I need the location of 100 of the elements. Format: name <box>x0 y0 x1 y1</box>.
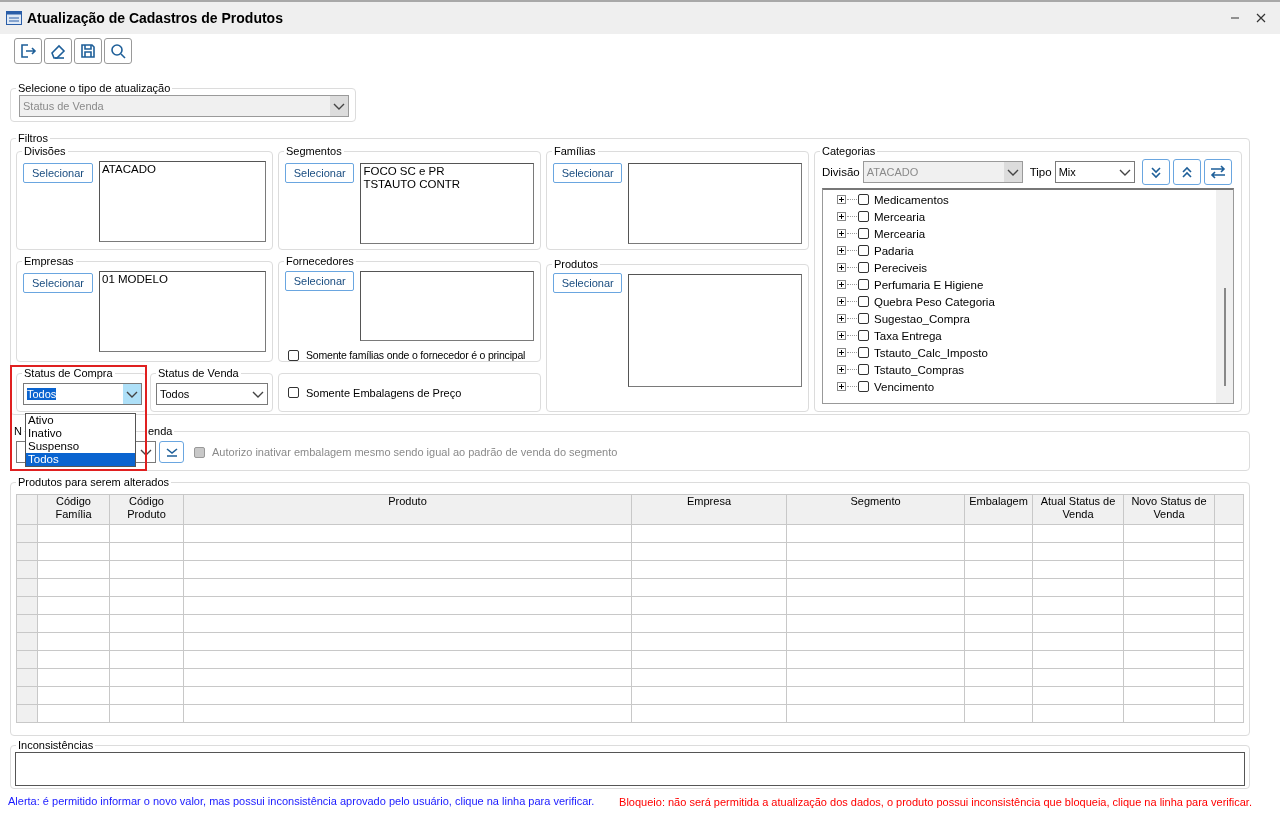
list-item[interactable]: TSTAUTO CONTR <box>363 178 531 191</box>
exit-button[interactable] <box>14 38 42 64</box>
checkbox[interactable] <box>858 296 869 307</box>
close-icon <box>1256 13 1266 23</box>
checkbox[interactable] <box>288 349 299 361</box>
expand-toggle[interactable] <box>837 297 846 306</box>
expand-toggle[interactable] <box>837 314 846 323</box>
column-header[interactable]: Empresa <box>631 494 787 525</box>
column-header[interactable]: Novo Status de Venda <box>1123 494 1215 525</box>
tree-item[interactable]: Mercearia <box>874 210 926 223</box>
select-button[interactable]: Selecionar <box>285 271 355 291</box>
checkbox[interactable] <box>858 330 869 341</box>
checkbox-label: Somente Embalagens de Preço <box>306 386 462 399</box>
dropdown-option[interactable]: Suspenso <box>26 440 135 453</box>
select-button[interactable]: Selecionar <box>23 163 93 183</box>
selection-list[interactable]: ATACADO <box>99 161 266 242</box>
expand-toggle[interactable] <box>837 365 846 374</box>
expand-all-button[interactable] <box>1141 159 1170 185</box>
dropdown-option[interactable]: Ativo <box>26 414 135 427</box>
eraser-icon <box>49 42 67 60</box>
expand-toggle[interactable] <box>837 212 846 221</box>
expand-toggle[interactable] <box>837 195 846 204</box>
search-button[interactable] <box>104 38 132 64</box>
column-header[interactable]: Código Produto <box>109 494 184 525</box>
expand-toggle[interactable] <box>837 229 846 238</box>
checkbox[interactable] <box>858 194 869 205</box>
expand-toggle[interactable] <box>837 331 846 340</box>
checkbox[interactable] <box>858 279 869 290</box>
select-button[interactable]: Selecionar <box>553 273 623 293</box>
checkbox-label: Autorizo inativar embalagem mesmo sendo igual ao padrão de venda do segmento <box>212 446 618 458</box>
column-header[interactable]: Código Família <box>37 494 110 525</box>
group-label: Inconsistências <box>16 738 96 752</box>
column-header[interactable]: Segmento <box>786 494 965 525</box>
scrollbar[interactable] <box>1216 190 1233 403</box>
purchase-status-dropdown[interactable]: Todos <box>23 383 142 405</box>
tree-item[interactable]: Quebra Peso Categoria <box>874 295 995 308</box>
list-item[interactable]: ATACADO <box>102 163 263 176</box>
column-header[interactable]: Embalagem <box>964 494 1033 525</box>
dropdown-option[interactable]: Inativo <box>26 427 135 440</box>
clear-button[interactable] <box>44 38 72 64</box>
apply-button[interactable] <box>159 441 184 463</box>
caret-icon <box>123 384 141 404</box>
selection-list[interactable]: FOCO SC e PR TSTAUTO CONTR <box>360 163 534 244</box>
collapse-all-button[interactable] <box>1172 159 1201 185</box>
field-label: Tipo <box>1029 166 1052 178</box>
tree-item[interactable]: Tstauto_Compras <box>874 363 965 376</box>
checkbox[interactable] <box>288 387 299 398</box>
type-dropdown[interactable]: Mix <box>1054 161 1135 183</box>
block-note: Bloqueio: não será permitida a atualização dos dados, o produto possui inconsistência que bloqueia, clique na linha para verificar. <box>619 796 1252 808</box>
group-label: Produtos para serem alterados <box>16 475 172 489</box>
column-header[interactable]: Atual Status de Venda <box>1032 494 1124 525</box>
group-label: Fornecedores <box>284 254 356 268</box>
selection-list[interactable] <box>628 163 802 244</box>
search-icon <box>109 42 127 60</box>
dropdown-option[interactable]: Todos <box>26 453 135 466</box>
group-label: Segmentos <box>284 144 344 158</box>
inconsistency-box[interactable] <box>15 752 1245 786</box>
checkbox[interactable] <box>858 245 869 256</box>
checkbox[interactable] <box>858 347 869 358</box>
tree-item[interactable]: Perfumaria E Higiene <box>874 278 984 291</box>
tree-item[interactable]: Padaria <box>874 244 914 257</box>
tree-item[interactable]: Vencimento <box>874 380 935 393</box>
dropdown-list[interactable]: Ativo Inativo Suspenso Todos <box>25 413 136 467</box>
group-label: Status de Venda <box>156 366 241 380</box>
tree-item[interactable]: Sugestao_Compra <box>874 312 970 325</box>
list-item[interactable]: 01 MODELO <box>102 273 263 286</box>
checkbox[interactable] <box>858 211 869 222</box>
download-arrow-icon <box>164 446 179 458</box>
tree-item[interactable]: Tstauto_Calc_Imposto <box>874 346 988 359</box>
selection-list[interactable]: 01 MODELO <box>99 271 266 352</box>
select-button[interactable]: Selecionar <box>23 273 93 293</box>
tree-item[interactable]: Taxa Entrega <box>874 329 942 342</box>
save-button[interactable] <box>74 38 102 64</box>
caret-icon <box>330 96 348 116</box>
tree-item[interactable]: Pereciveis <box>874 261 928 274</box>
selection-list[interactable] <box>360 271 534 341</box>
checkbox[interactable] <box>858 262 869 273</box>
column-header[interactable]: Produto <box>183 494 632 525</box>
swap-button[interactable] <box>1203 159 1232 185</box>
select-button[interactable]: Selecionar <box>285 163 355 183</box>
alert-note: Alerta: é permitido informar o novo valor, mas possui inconsistência aprovado pelo usuário, clique na linha para verificar. <box>8 795 595 808</box>
checkbox[interactable] <box>858 313 869 324</box>
sale-status-dropdown[interactable]: Todos <box>156 383 268 405</box>
expand-toggle[interactable] <box>837 246 846 255</box>
tree-item[interactable]: Mercearia <box>874 227 926 240</box>
expand-toggle[interactable] <box>837 280 846 289</box>
select-button[interactable]: Selecionar <box>553 163 623 183</box>
double-chevron-down-icon <box>1148 165 1163 179</box>
expand-toggle[interactable] <box>837 263 846 272</box>
expand-toggle[interactable] <box>837 348 846 357</box>
checkbox[interactable] <box>858 364 869 375</box>
swap-arrows-icon <box>1208 164 1227 180</box>
tree-item[interactable]: Medicamentos <box>874 193 949 206</box>
expand-toggle[interactable] <box>837 382 846 391</box>
list-item[interactable]: FOCO SC e PR <box>363 165 531 178</box>
checkbox[interactable] <box>858 381 869 392</box>
checkbox[interactable] <box>858 228 869 239</box>
category-tree[interactable]: Medicamentos Mercearia Mercearia Padaria Pereciveis Perfumaria E Higiene Quebra Peso Categoria Sugestao_Compra Taxa Entrega Tstauto_Calc_Imposto Tstauto_Compras Vencimento <box>822 188 1234 404</box>
selection-list[interactable] <box>628 274 802 387</box>
scrollbar-thumb[interactable] <box>1223 288 1226 386</box>
